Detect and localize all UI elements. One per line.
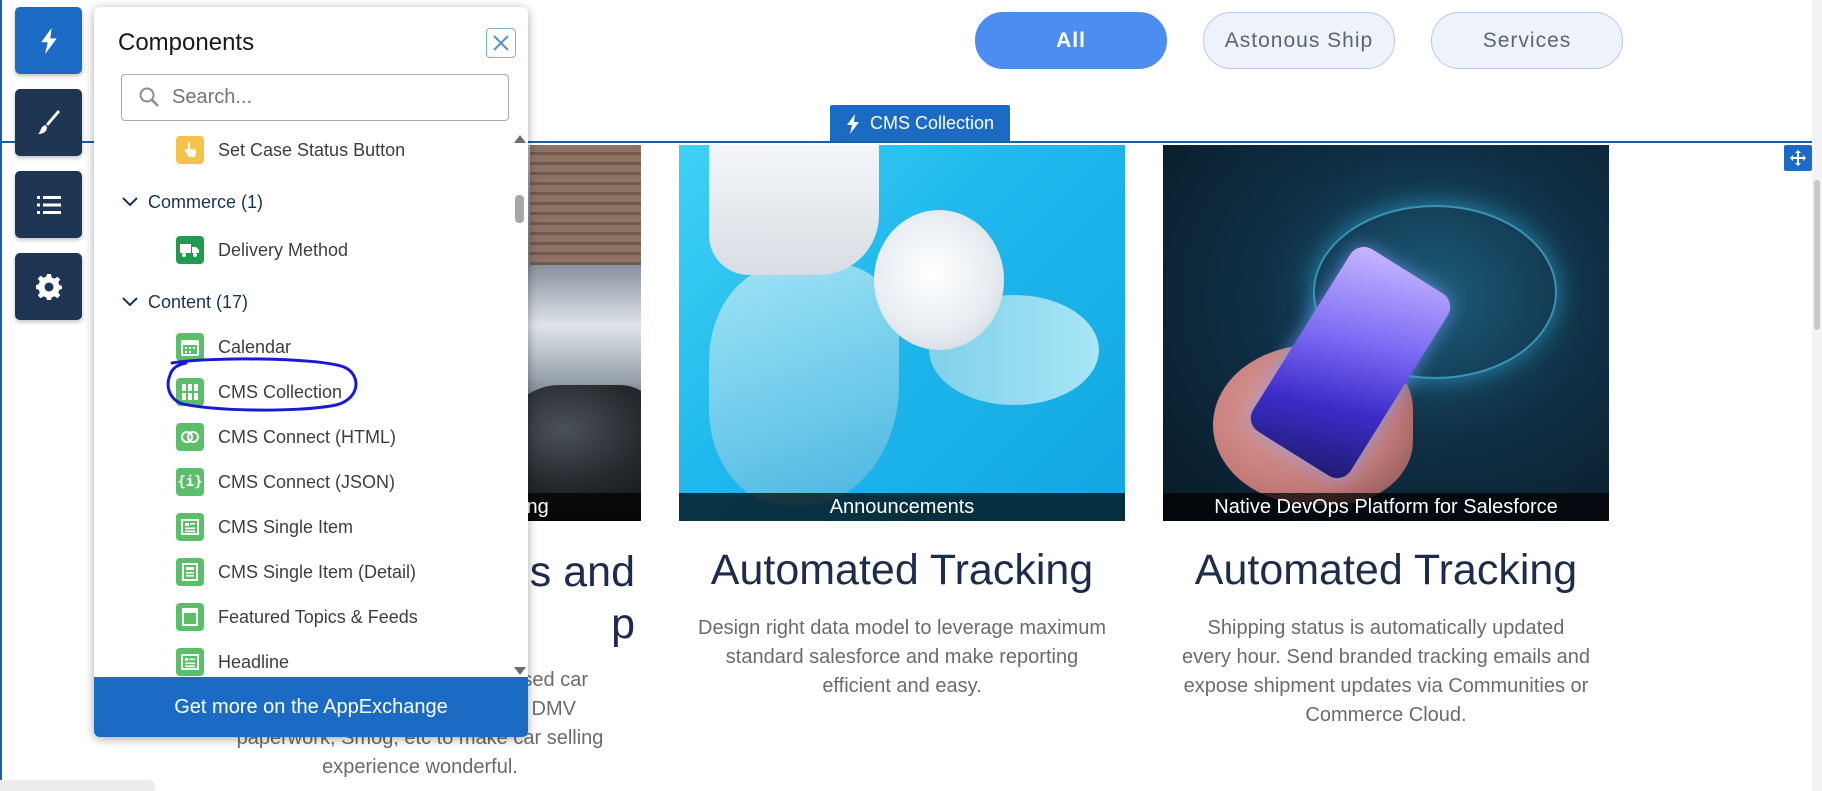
chevron-down-icon: [122, 297, 138, 307]
card-caption-2: Announcements: [679, 493, 1125, 521]
close-icon: [493, 35, 509, 51]
face-graphic: [709, 265, 899, 505]
headline-icon: [176, 648, 204, 676]
card-desc-2-line: efficient and easy.: [822, 675, 982, 697]
category-label: Content (17): [148, 291, 249, 312]
braces-icon: {i}: [176, 468, 204, 496]
headphone-graphic: [874, 210, 1004, 350]
article-detail-icon: [176, 558, 204, 586]
roof-graphic: [530, 145, 641, 265]
card-desc-2-line: standard salesforce and make reporting: [725, 646, 1079, 668]
card-desc-2: Design right data model to leverage maxi…: [679, 614, 1125, 701]
component-item-delivery-method[interactable]: Delivery Method: [176, 230, 348, 270]
move-icon: [1790, 150, 1806, 166]
tab-astonous-ship[interactable]: Astonous Ship: [1203, 12, 1395, 69]
card-desc-3-line: expose shipment updates via Communities …: [1183, 675, 1589, 697]
component-item-headline[interactable]: Headline: [176, 642, 289, 682]
components-list: Set Case Status Button Commerce (1) Deli…: [94, 125, 512, 685]
category-tabs: All Astonous Ship Services: [975, 12, 1623, 69]
list-icon: [36, 195, 61, 214]
scroll-down-arrow-icon[interactable]: [514, 667, 526, 675]
card-title-2: Automated Tracking: [710, 546, 1094, 594]
component-item-calendar[interactable]: Calendar: [176, 327, 291, 367]
components-panel: Components Set Case Status Button Commer…: [94, 7, 528, 737]
gear-icon: [35, 273, 62, 300]
page-scrollbar[interactable]: [1812, 0, 1822, 791]
component-item-label: CMS Collection: [218, 381, 343, 402]
component-item-label: Featured Topics & Feeds: [218, 606, 418, 627]
toolbar-page-structure-button[interactable]: [15, 171, 82, 238]
card-desc-3: Shipping status is automatically updated…: [1163, 614, 1609, 730]
panel-header: Components: [94, 7, 528, 79]
category-label: Commerce (1): [148, 191, 264, 212]
card-desc-3-line: Shipping status is automatically updated: [1207, 617, 1565, 639]
component-item-label: Set Case Status Button: [218, 139, 406, 160]
category-commerce[interactable]: Commerce (1): [120, 182, 263, 222]
scrollbar-thumb[interactable]: [515, 195, 524, 223]
card-image-3: Native DevOps Platform for Salesforce: [1163, 145, 1609, 521]
component-item-label: CMS Single Item (Detail): [218, 561, 417, 582]
category-content[interactable]: Content (17): [120, 282, 248, 322]
grid-icon: [176, 378, 204, 406]
component-item-label: CMS Single Item: [218, 516, 354, 537]
calendar-icon: [176, 333, 204, 361]
search-input[interactable]: [170, 75, 494, 120]
canvas-border: [0, 0, 2, 791]
scroll-up-arrow-icon[interactable]: [514, 135, 526, 143]
lightning-icon: [846, 113, 859, 134]
brush-icon: [37, 109, 60, 134]
card-desc-1-line: experience wonderful.: [322, 756, 518, 778]
card-desc-3-line: every hour. Send branded tracking emails…: [1181, 646, 1591, 668]
hand-pointer-icon: [176, 136, 204, 164]
lightning-icon: [40, 27, 57, 54]
card-title-1-line1: s and: [529, 548, 635, 596]
panel-title: Components: [118, 29, 255, 56]
chevron-down-icon: [122, 197, 138, 207]
vr-headset-graphic: [709, 145, 879, 275]
component-item-label: CMS Connect (JSON): [218, 471, 396, 492]
cms-collection-tag-label: CMS Collection: [869, 113, 995, 133]
toolbar-components-button[interactable]: [15, 7, 82, 74]
card-title-3: Automated Tracking: [1194, 546, 1578, 594]
status-bar: [0, 780, 155, 791]
component-item-label: Delivery Method: [218, 239, 349, 260]
page-scrollbar-thumb[interactable]: [1814, 180, 1820, 330]
toolbar-settings-button[interactable]: [15, 253, 82, 320]
card-desc-3-line: Commerce Cloud.: [1305, 704, 1467, 726]
components-list-scrollbar[interactable]: [510, 131, 528, 679]
card-caption-3: Native DevOps Platform for Salesforce: [1163, 493, 1609, 521]
cms-collection-tag[interactable]: CMS Collection: [830, 105, 1010, 142]
component-item-featured-topics-feeds[interactable]: Featured Topics & Feeds: [176, 597, 418, 637]
truck-icon: [176, 236, 204, 264]
connect-icon: [176, 423, 204, 451]
component-item-cms-connect-html[interactable]: CMS Connect (HTML): [176, 417, 396, 457]
component-item-cms-collection[interactable]: CMS Collection: [176, 372, 342, 412]
toolbar-theme-button[interactable]: [15, 89, 82, 156]
card-desc-2-line: Design right data model to leverage maxi…: [698, 617, 1106, 639]
component-item-label: CMS Connect (HTML): [218, 426, 397, 447]
component-item-label: Calendar: [218, 336, 292, 357]
card-title-1-line2: p: [611, 600, 635, 648]
search-field[interactable]: [121, 74, 509, 121]
close-button[interactable]: [486, 28, 516, 58]
move-handle[interactable]: [1784, 145, 1812, 171]
appexchange-link[interactable]: Get more on the AppExchange: [94, 677, 528, 737]
tab-all[interactable]: All: [975, 12, 1167, 69]
component-item-cms-connect-json[interactable]: {i} CMS Connect (JSON): [176, 462, 395, 502]
component-item-cms-single-item[interactable]: CMS Single Item: [176, 507, 353, 547]
article-icon: [176, 513, 204, 541]
card-image-2: Announcements: [679, 145, 1125, 521]
tab-services[interactable]: Services: [1431, 12, 1623, 69]
search-icon: [139, 87, 159, 107]
component-item-set-case-status-button[interactable]: Set Case Status Button: [176, 130, 405, 170]
component-item-cms-single-item-detail[interactable]: CMS Single Item (Detail): [176, 552, 416, 592]
topics-icon: [176, 603, 204, 631]
component-item-label: Headline: [218, 651, 290, 672]
